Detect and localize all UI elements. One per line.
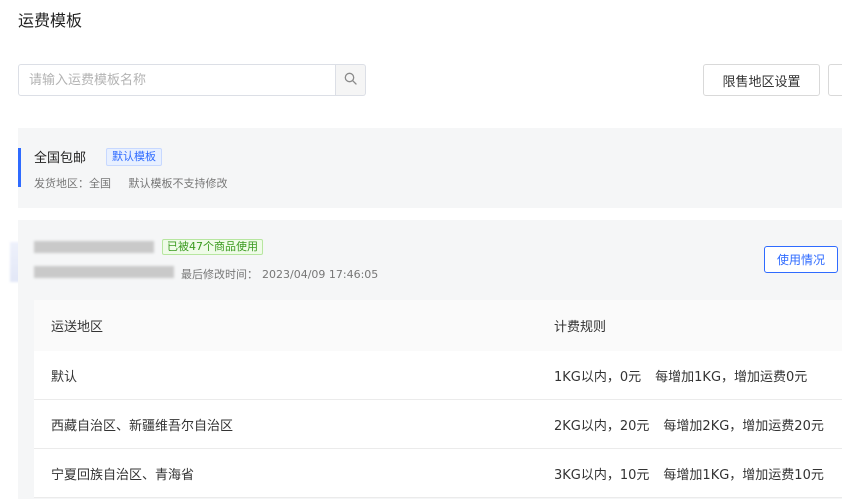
search-button[interactable] — [336, 64, 366, 96]
redacted-template-info — [34, 266, 174, 278]
usage-count-badge: 已被47个商品使用 — [162, 239, 263, 255]
template-info: 发货地区：全国 默认模板不支持修改 — [34, 175, 228, 191]
page-title: 运费模板 — [18, 11, 83, 30]
column-header-rule: 计费规则 — [554, 320, 607, 335]
first-weight-rule: 1KG以内，0元 — [554, 369, 642, 385]
shipping-rules-table: 运送地区 计费规则 默认 1KG以内，0元 每增加1KG，增加运费0元 西藏自治区… — [34, 300, 842, 498]
first-weight-rule: 2KG以内，20元 — [554, 418, 650, 434]
rule-cell: 3KG以内，10元 每增加1KG，增加运费10元 — [554, 449, 824, 497]
modified-time: 最后修改时间： 2023/04/09 17:46:05 — [181, 266, 378, 282]
region-cell: 宁夏回族自治区、青海省 — [51, 467, 195, 483]
table-row: 默认 1KG以内，0元 每增加1KG，增加运费0元 — [34, 351, 842, 400]
modified-label: 最后修改时间： — [181, 268, 258, 281]
rule-cell: 1KG以内，0元 每增加1KG，增加运费0元 — [554, 351, 807, 399]
modified-value: 2023/04/09 17:46:05 — [262, 268, 379, 281]
usage-button[interactable]: 使用情况 — [764, 246, 838, 273]
accent-bar — [18, 148, 21, 187]
search-input[interactable] — [18, 64, 336, 96]
default-template-card: 全国包邮 默认模板 发货地区：全国 默认模板不支持修改 — [18, 128, 842, 208]
readonly-note: 默认模板不支持修改 — [128, 177, 228, 190]
table-row: 宁夏回族自治区、青海省 3KG以内，10元 每增加1KG，增加运费10元 — [34, 449, 842, 498]
rule-cell: 2KG以内，20元 每增加2KG，增加运费20元 — [554, 400, 824, 448]
redacted-template-name — [34, 241, 154, 253]
template-card: 已被47个商品使用 最后修改时间： 2023/04/09 17:46:05 使用情… — [18, 220, 842, 499]
first-weight-rule: 3KG以内，10元 — [554, 467, 650, 483]
extra-weight-rule: 每增加1KG，增加运费10元 — [663, 467, 824, 483]
search-icon — [344, 72, 357, 89]
column-header-region: 运送地区 — [51, 320, 104, 335]
table-header: 运送地区 计费规则 — [34, 300, 842, 351]
search-bar — [18, 64, 366, 96]
ship-from-text: 发货地区：全国 — [34, 177, 111, 190]
toolbar-extra-button[interactable] — [828, 64, 842, 96]
extra-weight-rule: 每增加1KG，增加运费0元 — [655, 369, 808, 385]
region-cell: 默认 — [51, 369, 78, 385]
default-badge: 默认模板 — [106, 148, 162, 166]
extra-weight-rule: 每增加2KG，增加运费20元 — [663, 418, 824, 434]
region-cell: 西藏自治区、新疆维吾尔自治区 — [51, 418, 234, 434]
table-row: 西藏自治区、新疆维吾尔自治区 2KG以内，20元 每增加2KG，增加运费20元 — [34, 400, 842, 449]
restrict-region-button[interactable]: 限售地区设置 — [703, 64, 820, 96]
template-name: 全国包邮 — [34, 151, 87, 166]
